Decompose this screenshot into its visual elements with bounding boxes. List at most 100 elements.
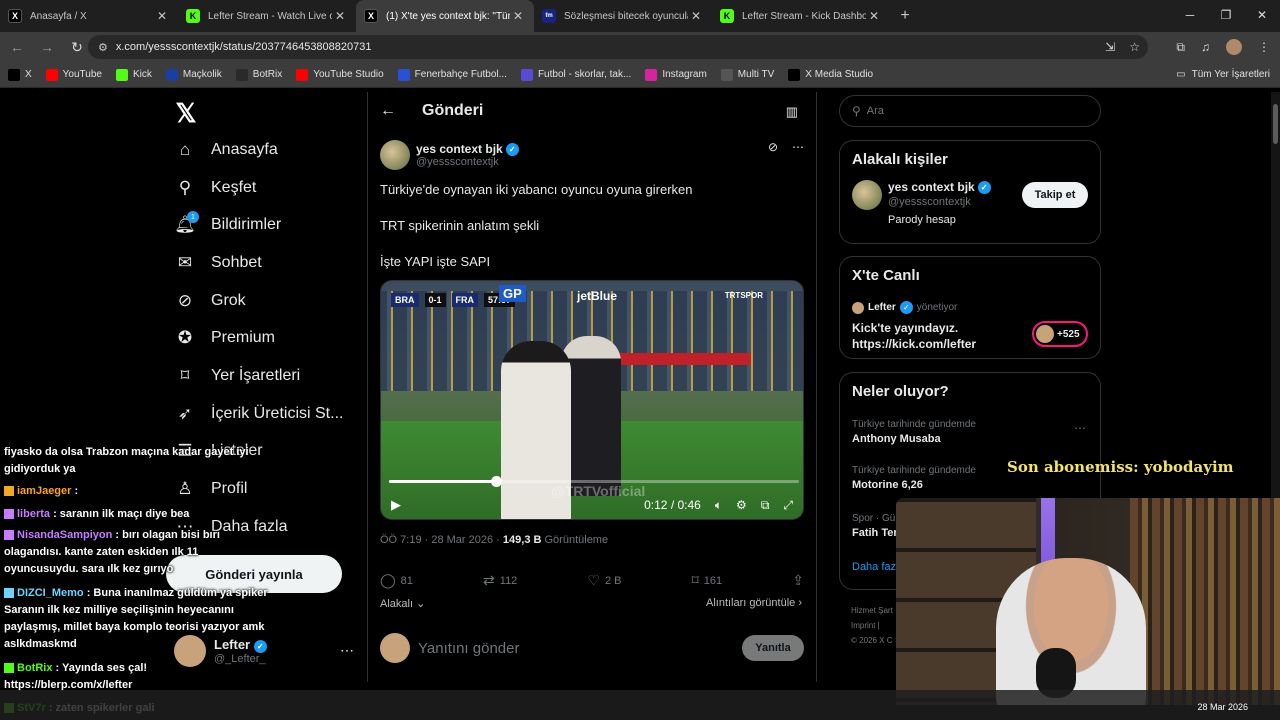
browser-tab[interactable]: X (1) X'te yes context bjk: "Türkiy ✕	[356, 0, 534, 32]
browser-tab[interactable]: fm Sözleşmesi bitecek oyuncular | ✕	[534, 0, 712, 32]
verified-icon: ✓	[505, 142, 519, 156]
video-progress-bar[interactable]	[389, 476, 799, 487]
nav-item-bookmark[interactable]: ⌑ Yer İşaretleri	[166, 357, 356, 395]
trend-item[interactable]: Türkiye tarihinde gündemde Motorine 6,26	[852, 465, 976, 491]
close-tab-icon[interactable]: ✕	[332, 9, 348, 23]
pip-icon[interactable]: ⧉	[761, 498, 770, 513]
live-listeners-pill[interactable]: +525	[1032, 321, 1088, 347]
bookmark-item[interactable]: Kick	[115, 68, 152, 81]
like-button[interactable]: ♡ 2 B	[587, 572, 621, 589]
more-dots-icon[interactable]: ⋯	[340, 642, 354, 659]
share-button[interactable]: ⇪	[792, 572, 804, 589]
search-input[interactable]: ⚲ Ara	[839, 95, 1101, 127]
nav-item-rocket[interactable]: ➶ İçerik Üreticisi St...	[166, 395, 356, 433]
bookmark-item[interactable]: Multi TV	[720, 68, 774, 81]
person-name[interactable]: yes context bjk ✓	[888, 180, 991, 194]
close-tab-icon[interactable]: ✕	[866, 9, 882, 23]
url-text: x.com/yessscontextjk/status/203774645380…	[115, 41, 372, 53]
bookmark-item[interactable]: YouTube	[45, 68, 102, 81]
nav-item-home[interactable]: ⌂ Anasayfa	[166, 131, 356, 169]
forward-icon[interactable]: →	[34, 34, 60, 60]
page-title: Gönderi	[422, 102, 484, 119]
x-logo-icon[interactable]: 𝕏	[166, 95, 206, 131]
nav-item-mail[interactable]: ✉ Sohbet	[166, 244, 356, 282]
nav-item-premium[interactable]: ✪ Premium	[166, 319, 356, 357]
rocket-icon: ➶	[177, 403, 193, 423]
install-icon[interactable]: ⇲	[1105, 40, 1115, 54]
reply-input[interactable]: Yanıtını gönder	[418, 640, 519, 657]
scrollbar-thumb[interactable]	[1273, 104, 1278, 144]
nav-item-bell[interactable]: 🔔︎ 1 Bildirimler	[166, 206, 356, 244]
volume-icon[interactable]: 🔈︎	[715, 498, 722, 513]
youtube-studio-icon	[296, 68, 309, 81]
close-tab-icon[interactable]: ✕	[510, 9, 526, 23]
related-person[interactable]: yes context bjk ✓ @yessscontextjk Parody …	[840, 174, 1100, 234]
bookmark-item[interactable]: X Media Studio	[788, 68, 873, 81]
browser-tab[interactable]: K Lefter Stream - Watch Live on K✕	[178, 0, 356, 32]
bookmark-item[interactable]: BotRix	[235, 68, 282, 81]
trend-item[interactable]: Türkiye tarihinde gündemde Anthony Musaba	[852, 419, 976, 445]
restore-icon[interactable]: ❐	[1208, 0, 1244, 30]
fullscreen-icon[interactable]: ⤢	[783, 498, 793, 513]
star-icon[interactable]: ☆	[1129, 40, 1140, 54]
back-arrow-icon[interactable]: ←	[380, 102, 410, 120]
post-author[interactable]: yes context bjk ✓ @yessscontextjk	[380, 140, 519, 170]
live-card[interactable]: X'te Canlı Lefter ✓ yönetiyor Kick'te ya…	[839, 256, 1101, 359]
reader-mode-icon[interactable]: ▥	[786, 104, 798, 120]
post-timestamp[interactable]: ÖÖ 7:19 · 28 Mar 2026 ·	[380, 534, 500, 546]
settings-icon[interactable]: ⚙	[736, 498, 747, 512]
footer-links: Hizmet Şart Imprint | © 2026 X C	[851, 603, 893, 648]
reply-sort-dropdown[interactable]: Alakalı ⌄	[380, 597, 425, 610]
reply-submit-button[interactable]: Yanıtla	[742, 635, 804, 661]
follow-button[interactable]: Takip et	[1022, 182, 1088, 208]
footer-link[interactable]: Hizmet Şart	[851, 603, 893, 618]
site-info-icon[interactable]: ⚙	[98, 41, 108, 54]
more-dots-icon[interactable]: ⋯	[1074, 421, 1086, 435]
footer-link[interactable]: Imprint |	[851, 618, 893, 633]
all-bookmarks[interactable]: ▭ Tüm Yer İşaretleri	[1176, 69, 1270, 80]
more-dots-icon[interactable]: ⋯	[792, 140, 804, 154]
engagement-bar: ◯ 81 ⇄ 112 ♡ 2 B ⌑ 161 ⇪	[380, 572, 804, 589]
trend-item[interactable]: Spor · Gün Fatih Ter	[852, 513, 901, 539]
author-avatar[interactable]	[380, 140, 410, 170]
profile-avatar[interactable]	[1226, 39, 1242, 55]
reply-button[interactable]: ◯ 81	[380, 572, 413, 589]
nav-label: Anasayfa	[211, 140, 278, 158]
repost-button[interactable]: ⇄ 112	[483, 572, 517, 589]
bookmark-item[interactable]: Fenerbahçe Futbol...	[397, 68, 507, 81]
browser-tab[interactable]: X Anasayfa / X ✕	[0, 0, 178, 32]
bookmark-button[interactable]: ⌑ 161	[692, 572, 723, 589]
nav-item-grok[interactable]: ⊘ Grok	[166, 282, 356, 320]
bookmark-item[interactable]: Futbol - skorlar, tak...	[520, 68, 631, 81]
video-scrubber-handle[interactable]	[490, 476, 502, 487]
reload-icon[interactable]: ↻	[64, 34, 90, 60]
address-bar[interactable]: ⚙ x.com/yessscontextjk/status/2037746453…	[88, 35, 1148, 59]
new-tab-button[interactable]: +	[890, 0, 920, 32]
bookmark-item[interactable]: YouTube Studio	[296, 68, 384, 81]
reply-sort-label: Alakalı	[380, 598, 414, 610]
close-window-icon[interactable]: ✕	[1244, 0, 1280, 30]
close-tab-icon[interactable]: ✕	[154, 9, 170, 23]
bookmark-item[interactable]: X	[8, 68, 32, 81]
bookmark-item[interactable]: Instagram	[645, 68, 707, 81]
view-quotes-link[interactable]: Alıntıları görüntüle ›	[706, 597, 802, 609]
minimize-icon[interactable]: ─	[1172, 0, 1208, 30]
close-tab-icon[interactable]: ✕	[688, 9, 704, 23]
play-icon[interactable]: ▶	[391, 497, 401, 513]
avatar[interactable]	[852, 180, 882, 210]
search-placeholder: Ara	[866, 105, 884, 117]
back-icon[interactable]: ←	[4, 34, 30, 60]
bookmark-item[interactable]: Maçkolik	[165, 68, 222, 81]
media-icon[interactable]: ♫	[1201, 40, 1210, 54]
show-more-link[interactable]: Daha faz	[852, 561, 896, 573]
post-text-line: Türkiye'de oynayan iki yabancı oyuncu oy…	[380, 182, 693, 197]
extensions-icon[interactable]: ⧉	[1176, 40, 1185, 55]
multitv-icon	[720, 68, 733, 81]
grok-icon[interactable]: ⊘	[768, 140, 778, 154]
browser-tab[interactable]: K Lefter Stream - Kick Dashboard✕	[712, 0, 890, 32]
author-name[interactable]: yes context bjk ✓	[416, 142, 519, 156]
video-player[interactable]: BRA 0-1 FRA 57:57 GP jetBlue TRTSPOR @TR…	[380, 280, 804, 520]
author-handle[interactable]: @yessscontextjk	[416, 156, 519, 168]
menu-icon[interactable]: ⋮	[1258, 40, 1270, 54]
nav-item-search[interactable]: ⚲ Keşfet	[166, 169, 356, 207]
